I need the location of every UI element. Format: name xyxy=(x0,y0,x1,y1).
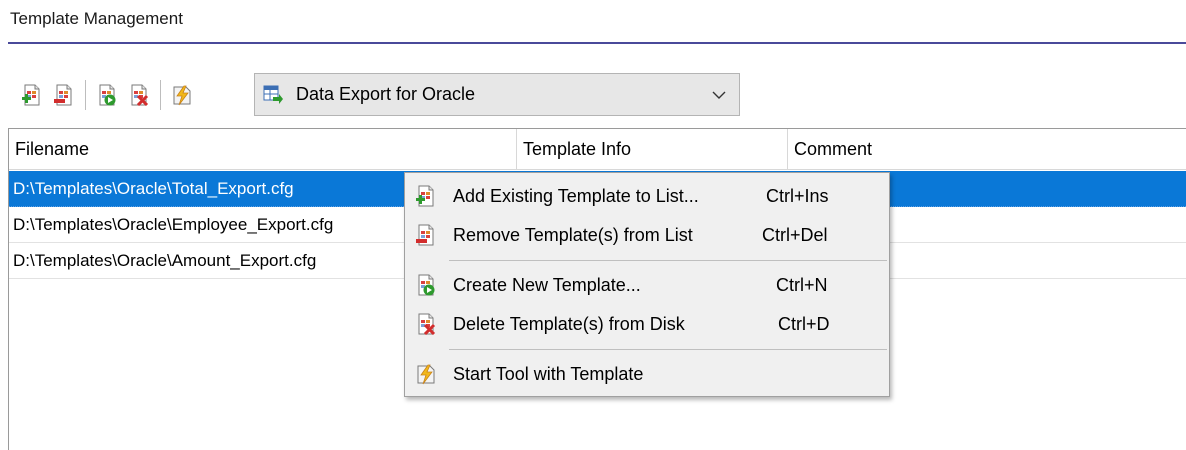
section-divider xyxy=(8,42,1186,44)
remove-template-icon xyxy=(54,84,75,106)
menu-separator xyxy=(449,260,887,261)
data-export-icon xyxy=(263,85,283,104)
delete-template-icon xyxy=(415,313,436,335)
tool-select-dropdown[interactable]: Data Export for Oracle xyxy=(254,73,740,116)
menu-item-label: Remove Template(s) from List xyxy=(453,224,693,245)
chevron-down-icon[interactable] xyxy=(699,90,739,100)
start-tool-icon xyxy=(417,364,435,385)
add-template-button[interactable] xyxy=(16,75,48,115)
context-menu: Add Existing Template to List... Ctrl+In… xyxy=(404,172,890,397)
column-header-template-info[interactable]: Template Info xyxy=(517,129,788,170)
menu-item-label: Start Tool with Template xyxy=(453,363,644,384)
menu-item-add-existing-template[interactable]: Add Existing Template to List... Ctrl+In… xyxy=(405,177,889,215)
menu-item-start-tool[interactable]: Start Tool with Template xyxy=(405,355,889,393)
add-template-icon xyxy=(416,185,437,207)
toolbar xyxy=(16,74,198,116)
section-title: Template Management xyxy=(10,9,183,28)
toolbar-separator xyxy=(160,80,161,110)
create-template-icon xyxy=(415,274,435,296)
tool-select-value: Data Export for Oracle xyxy=(296,84,476,104)
menu-item-label: Add Existing Template to List... xyxy=(453,185,699,206)
template-list-header: Filename Template Info Comment xyxy=(9,129,1186,170)
menu-item-label: Delete Template(s) from Disk xyxy=(453,313,685,334)
menu-item-shortcut: Ctrl+Del xyxy=(762,224,828,245)
column-header-comment[interactable]: Comment xyxy=(788,129,1186,170)
delete-template-icon xyxy=(128,84,149,106)
row-filename: D:\Templates\Oracle\Total_Export.cfg xyxy=(13,178,294,198)
create-template-icon xyxy=(96,84,116,106)
add-template-icon xyxy=(22,84,43,106)
menu-item-delete-template[interactable]: Delete Template(s) from Disk Ctrl+D xyxy=(405,305,889,343)
menu-item-shortcut: Ctrl+N xyxy=(776,274,828,295)
create-template-button[interactable] xyxy=(91,75,123,115)
remove-template-button[interactable] xyxy=(48,75,80,115)
menu-item-shortcut: Ctrl+Ins xyxy=(766,185,829,206)
row-filename: D:\Templates\Oracle\Amount_Export.cfg xyxy=(13,250,317,270)
menu-item-create-new-template[interactable]: Create New Template... Ctrl+N xyxy=(405,266,889,304)
menu-item-remove-template[interactable]: Remove Template(s) from List Ctrl+Del xyxy=(405,216,889,254)
column-header-filename[interactable]: Filename xyxy=(9,129,517,170)
toolbar-separator xyxy=(85,80,86,110)
start-tool-button[interactable] xyxy=(166,75,198,115)
menu-item-shortcut: Ctrl+D xyxy=(778,313,830,334)
menu-separator xyxy=(449,349,887,350)
menu-item-label: Create New Template... xyxy=(453,274,641,295)
row-filename: D:\Templates\Oracle\Employee_Export.cfg xyxy=(13,214,334,234)
delete-template-button[interactable] xyxy=(123,75,155,115)
remove-template-icon xyxy=(416,224,437,246)
start-tool-icon xyxy=(173,85,191,106)
